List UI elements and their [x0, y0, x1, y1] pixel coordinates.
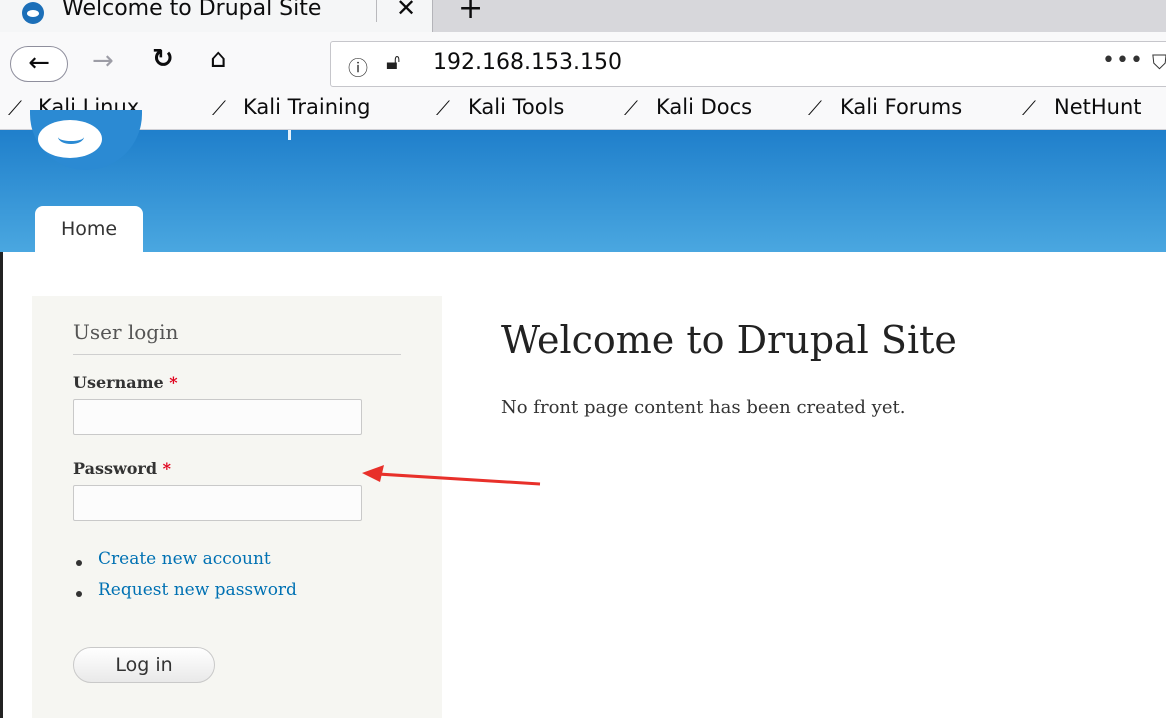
tab-title-fade — [318, 0, 373, 30]
request-password-link[interactable]: Request new password — [98, 580, 297, 600]
bookmark-kali-training[interactable]: Kali Training — [243, 95, 370, 119]
kali-dragon-icon: ⟋ — [1022, 96, 1036, 120]
list-bullet — [76, 591, 82, 597]
kali-dragon-icon: ⟋ — [624, 96, 638, 120]
tab-separator — [376, 0, 377, 22]
bookmark-kali-docs[interactable]: Kali Docs — [656, 95, 752, 119]
kali-dragon-icon: ⟋ — [436, 96, 450, 120]
password-input[interactable] — [73, 485, 362, 521]
username-input[interactable] — [73, 399, 362, 435]
home-icon[interactable]: ⌂ — [210, 44, 227, 74]
annotation-arrow-shaft — [377, 472, 541, 486]
required-marker: * — [169, 373, 178, 392]
url-text[interactable]: 192.168.153.150 — [433, 50, 622, 75]
info-icon[interactable]: ⓘ — [348, 52, 368, 81]
page-title: Welcome to Drupal Site — [501, 318, 957, 362]
site-name-fragment — [288, 130, 291, 140]
kali-dragon-icon: ⟋ — [212, 96, 226, 120]
pocket-icon[interactable]: ⛉ — [1152, 50, 1166, 74]
arrow-right-icon[interactable]: → — [92, 46, 114, 76]
insecure-lock-icon[interactable]: 🔓︎ — [386, 50, 400, 75]
bookmark-kali-tools[interactable]: Kali Tools — [468, 95, 564, 119]
nav-tab-home[interactable]: Home — [35, 206, 143, 252]
password-label: Password * — [73, 459, 171, 478]
bookmarks-toolbar: ⟋ Kali Linux ⟋ Kali Training ⟋ Kali Tool… — [0, 90, 1166, 130]
close-icon[interactable]: ✕ — [396, 0, 416, 22]
username-label-text: Username — [73, 373, 164, 392]
kali-dragon-icon: ⟋ — [8, 96, 22, 120]
bookmark-nethunter[interactable]: NetHunt — [1054, 95, 1142, 119]
annotation-arrow — [362, 465, 541, 486]
list-bullet — [76, 560, 82, 566]
required-marker: * — [162, 459, 171, 478]
drupal-icon — [22, 2, 44, 24]
kali-dragon-icon: ⟋ — [808, 96, 822, 120]
arrow-left-icon[interactable]: ← — [10, 46, 68, 82]
drupal-logo-smile — [58, 130, 84, 144]
password-label-text: Password — [73, 459, 158, 478]
user-login-title: User login — [73, 320, 179, 344]
plus-icon[interactable]: + — [458, 0, 483, 26]
ellipsis-icon[interactable]: ••• — [1102, 48, 1144, 73]
username-label: Username * — [73, 373, 178, 392]
reload-icon[interactable]: ↻ — [152, 44, 174, 74]
annotation-arrow-head — [362, 465, 384, 482]
browser-tab[interactable]: Welcome to Drupal Site ✕ — [0, 0, 433, 34]
page-body-text: No front page content has been created y… — [501, 397, 906, 418]
site-header — [0, 130, 1166, 252]
create-account-link[interactable]: Create new account — [98, 549, 271, 569]
divider — [73, 354, 401, 355]
login-button[interactable]: Log in — [73, 647, 215, 683]
window-edge — [0, 252, 3, 718]
bookmark-kali-forums[interactable]: Kali Forums — [840, 95, 962, 119]
